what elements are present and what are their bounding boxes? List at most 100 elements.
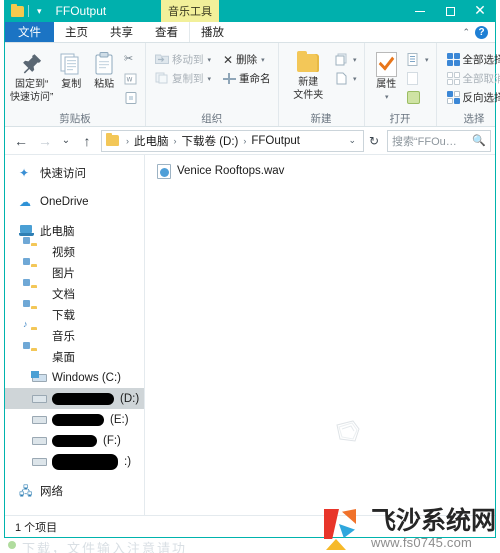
search-box[interactable]: 搜索“FFOu… 🔍 <box>387 129 491 152</box>
paste-shortcut-button[interactable] <box>122 89 140 106</box>
chevron-down-icon[interactable]: ▾ <box>208 56 212 64</box>
copy-button[interactable]: 复制 <box>56 48 86 90</box>
sidebar-item-label: OneDrive <box>40 195 89 208</box>
chevron-down-icon[interactable]: ▾ <box>353 56 357 64</box>
documents-folder-icon <box>23 278 46 301</box>
rename-label: 重命名 <box>239 73 271 85</box>
search-input[interactable]: 搜索“FFOu… <box>392 133 470 149</box>
wav-file-icon <box>157 163 171 179</box>
breadcrumb[interactable]: › 此电脑 › 下载卷 (D:) › FFOutput ⌄ <box>101 129 364 152</box>
ribbon-group-open-body: 属性 ▾ ▾ <box>365 46 436 111</box>
chevron-down-icon[interactable]: ▾ <box>33 6 46 16</box>
chevron-down-icon[interactable]: ▾ <box>385 92 389 103</box>
help-icon[interactable]: ? <box>475 25 488 39</box>
watermark: 飞沙系统网 www.fs0745.com <box>323 507 496 551</box>
main-area: ✦ 快速访问 ☁ OneDrive 此电脑 视频 图片 文档 下载 ♪ 音乐 桌… <box>5 155 495 515</box>
maximize-button[interactable] <box>435 0 465 22</box>
navigation-pane[interactable]: ✦ 快速访问 ☁ OneDrive 此电脑 视频 图片 文档 下载 ♪ 音乐 桌… <box>5 155 145 515</box>
breadcrumb-separator: › <box>126 135 129 146</box>
move-to-button[interactable]: 移动到 ▾ <box>153 51 213 68</box>
sidebar-item-label: 音乐 <box>52 330 75 343</box>
breadcrumb-item-ffoutput[interactable]: FFOutput <box>251 135 300 147</box>
sidebar-item-drive-d[interactable]: (D:) <box>5 388 144 409</box>
folder-icon[interactable] <box>11 3 24 17</box>
delete-button[interactable]: ✕ 删除 ▾ <box>221 51 273 68</box>
up-button[interactable]: ↑ <box>75 129 99 153</box>
history-button[interactable] <box>405 89 431 106</box>
sidebar-item-label: 视频 <box>52 246 75 259</box>
ribbon-body: 固定到“ 快速访问” 复制 粘贴 ✂ W 剪贴板 移动到 ▾ 复制到 ▾ ✕ 删… <box>5 43 500 127</box>
breadcrumb-item-drive-d[interactable]: 下载卷 (D:) <box>182 133 239 149</box>
breadcrumb-item-this-pc[interactable]: 此电脑 <box>134 133 169 149</box>
chevron-down-icon[interactable]: ⌄ <box>344 135 360 146</box>
ribbon-group-select-body: 全部选择 全部取消 反向选择 <box>437 46 500 111</box>
chevron-down-icon[interactable]: ▾ <box>353 75 357 83</box>
contextual-tab-music-tools[interactable]: 音乐工具 <box>161 0 219 22</box>
copy-path-button[interactable]: W <box>122 70 140 87</box>
list-item[interactable]: Venice Rooftops.wav <box>145 161 495 181</box>
sidebar-item-label: 此电脑 <box>40 225 75 238</box>
breadcrumb-separator: › <box>173 135 177 146</box>
downloads-folder-icon <box>23 299 46 322</box>
sidebar-item-drive-e[interactable]: (E:) <box>5 409 144 430</box>
title-bar: ▾ FFOutput 音乐工具 ✕ <box>5 0 495 22</box>
chevron-up-icon[interactable]: ⌃ <box>462 27 470 38</box>
open-button[interactable]: ▾ <box>405 51 431 68</box>
rename-button[interactable]: 重命名 <box>221 70 273 87</box>
file-list[interactable]: Venice Rooftops.wav <box>145 155 495 515</box>
cut-button[interactable]: ✂ <box>122 51 140 68</box>
sidebar-item-label: (D:) <box>120 392 140 405</box>
minimize-button[interactable] <box>405 0 435 22</box>
ribbon-tab-bar: 文件 主页 共享 查看 播放 ⌃ ? <box>5 22 495 43</box>
sidebar-item-label: 快速访问 <box>40 167 86 180</box>
quick-access-toolbar[interactable]: ▾ <box>5 0 46 22</box>
toolbar-divider <box>28 5 29 17</box>
ribbon-group-organize-label: 组织 <box>201 113 223 125</box>
sidebar-item-drive-f[interactable]: (F:) <box>5 430 144 451</box>
network-icon: 🖧 <box>19 483 33 498</box>
refresh-button[interactable]: ↻ <box>364 130 384 152</box>
chevron-down-icon[interactable]: ▾ <box>261 56 265 64</box>
paste-button[interactable]: 粘贴 <box>89 48 119 90</box>
recent-locations-button[interactable]: ⌄ <box>57 129 75 153</box>
ribbon-group-new-body: 新建 文件夹 ▾ ▾ <box>279 46 364 111</box>
sidebar-item-onedrive[interactable]: ☁ OneDrive <box>5 191 144 212</box>
properties-button[interactable]: 属性 ▾ <box>371 48 402 103</box>
select-all-button[interactable]: 全部选择 <box>445 51 500 68</box>
windows-drive-icon <box>31 371 46 385</box>
easy-access-button[interactable]: ▾ <box>333 70 359 87</box>
sidebar-item-windows-c[interactable]: Windows (C:) <box>5 367 144 388</box>
forward-button[interactable]: → <box>33 129 57 153</box>
tab-home[interactable]: 主页 <box>54 22 99 42</box>
pin-to-quick-access-label-line2: 快速访问” <box>10 92 54 103</box>
tab-view[interactable]: 查看 <box>144 22 189 42</box>
invert-selection-button[interactable]: 反向选择 <box>445 89 500 106</box>
search-icon[interactable]: 🔍 <box>472 134 486 147</box>
sidebar-item-desktop[interactable]: 桌面 <box>5 341 144 367</box>
chevron-down-icon[interactable]: ▾ <box>208 75 212 83</box>
select-none-button[interactable]: 全部取消 <box>445 70 500 87</box>
sidebar-item-network[interactable]: 🖧 网络 <box>5 480 144 501</box>
window-title: FFOutput <box>55 4 107 18</box>
sidebar-item-drive-g[interactable]: :) <box>5 451 144 472</box>
pin-to-quick-access-label-line1: 固定到“ <box>15 79 49 90</box>
new-folder-icon <box>295 51 321 75</box>
tab-file[interactable]: 文件 <box>5 22 54 42</box>
sidebar-item-label: 文档 <box>52 288 75 301</box>
new-folder-button[interactable]: 新建 文件夹 <box>287 48 330 101</box>
back-button[interactable]: ← <box>9 129 33 153</box>
chevron-down-icon: ⌄ <box>61 135 71 146</box>
close-button[interactable]: ✕ <box>465 0 495 22</box>
sidebar-item-quick-access[interactable]: ✦ 快速访问 <box>5 162 144 183</box>
redacted-drive-name <box>52 434 97 447</box>
new-item-button[interactable]: ▾ <box>333 51 359 68</box>
paste-icon <box>91 51 117 77</box>
edit-button[interactable] <box>405 70 431 87</box>
tab-play[interactable]: 播放 <box>189 22 235 42</box>
pin-to-quick-access-button[interactable]: 固定到“ 快速访问” <box>10 48 53 103</box>
tab-share[interactable]: 共享 <box>99 22 144 42</box>
copy-path-icon: W <box>124 72 138 86</box>
chevron-down-icon[interactable]: ▾ <box>425 56 429 64</box>
copy-to-button[interactable]: 复制到 ▾ <box>153 70 213 87</box>
